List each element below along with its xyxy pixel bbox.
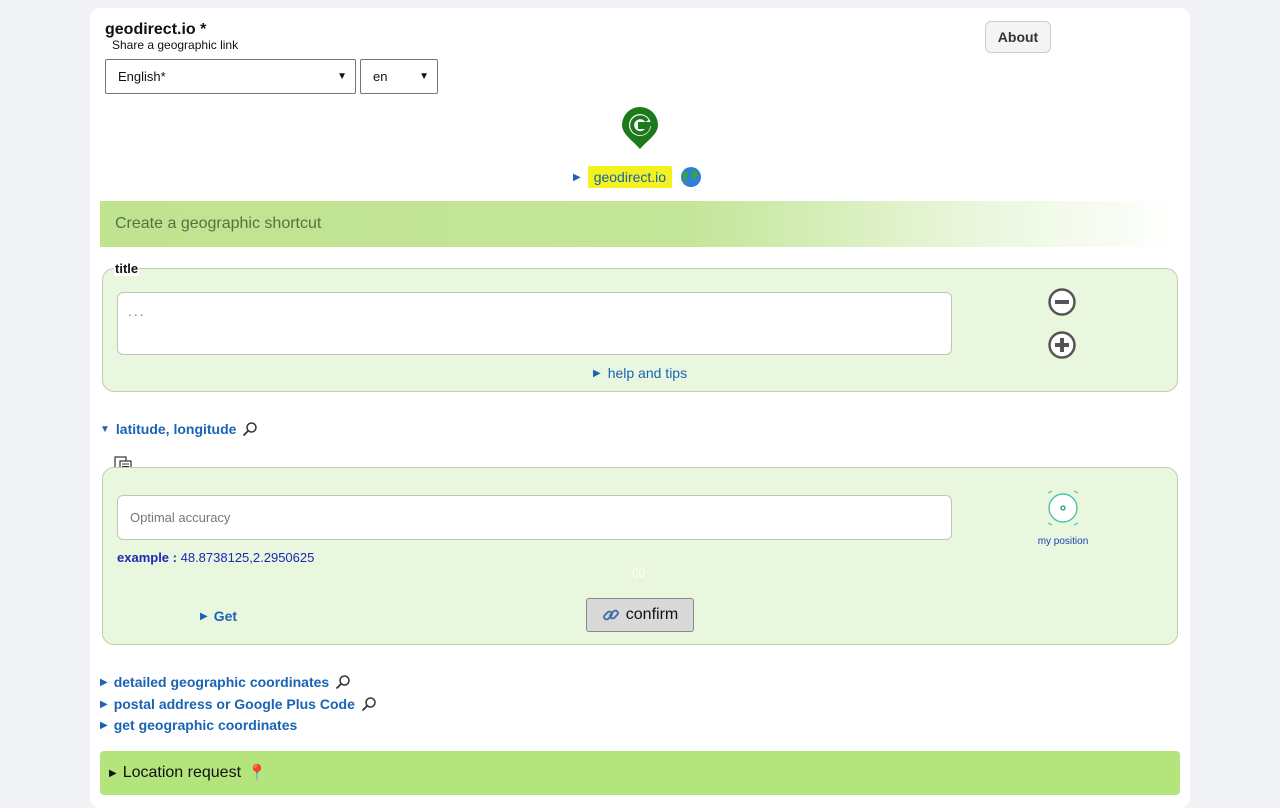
help-toggle[interactable]: ▶ help and tips: [593, 365, 687, 381]
triangle-right-icon: ▶: [593, 367, 601, 379]
postal-address-label: postal address or Google Plus Code: [113, 696, 355, 712]
pin-icon: 📍: [247, 765, 267, 782]
link-icon: [602, 609, 619, 621]
triangle-right-icon: ▶: [100, 676, 108, 688]
triangle-right-icon: ▶: [573, 171, 581, 183]
get-label: Get: [213, 608, 238, 624]
app-subtitle: Share a geographic link: [112, 38, 239, 52]
detailed-coordinates-label: detailed geographic coordinates: [113, 674, 330, 690]
location-request-label: Location request: [122, 764, 242, 781]
triangle-down-icon: ▼: [100, 423, 110, 435]
location-request-bar[interactable]: ▶ Location request 📍: [100, 751, 1180, 795]
search-icon[interactable]: [335, 674, 351, 690]
triangle-right-icon: ▶: [100, 698, 108, 710]
home-link[interactable]: geodirect.io: [587, 166, 673, 188]
triangle-right-icon: ▶: [109, 767, 117, 779]
globe-icon[interactable]: [680, 166, 702, 188]
triangle-right-icon: ▶: [100, 719, 108, 731]
my-position-button[interactable]: my position: [1032, 488, 1094, 547]
plus-circle-icon[interactable]: [1048, 331, 1076, 359]
get-coordinates-toggle[interactable]: ▶ get geographic coordinates: [100, 717, 297, 733]
latlon-toggle[interactable]: ▼ latitude, longitude: [100, 421, 258, 437]
language-select[interactable]: English* ▼: [105, 59, 356, 94]
example-value: 48.8738125,2.2950625: [180, 550, 315, 565]
search-icon[interactable]: [242, 421, 258, 437]
title-input[interactable]: ...: [117, 292, 952, 355]
latlon-label: latitude, longitude: [115, 421, 237, 437]
target-icon: [1047, 490, 1079, 526]
chevron-down-icon: ▼: [337, 71, 347, 82]
search-icon[interactable]: [361, 696, 377, 712]
title-legend: title: [114, 261, 140, 276]
get-coordinates-label: get geographic coordinates: [113, 717, 298, 733]
triangle-right-icon: ▶: [200, 610, 208, 622]
home-link-row: ▶ geodirect.io: [573, 164, 702, 190]
section-banner: Create a geographic shortcut: [100, 201, 1180, 247]
help-label: help and tips: [607, 365, 688, 381]
logo-icon: [622, 107, 658, 149]
language-select-value: English*: [118, 69, 166, 84]
about-button[interactable]: About: [985, 21, 1051, 53]
example-label: example :: [117, 550, 177, 565]
confirm-button[interactable]: confirm: [586, 598, 694, 632]
confirm-label: confirm: [625, 606, 679, 623]
get-toggle[interactable]: ▶ Get: [200, 608, 237, 624]
app-title: geodirect.io *: [105, 21, 207, 38]
chevron-down-icon: ▼: [419, 71, 429, 82]
detailed-coordinates-toggle[interactable]: ▶ detailed geographic coordinates: [100, 674, 351, 690]
language-code-value: en: [373, 69, 388, 84]
language-code-select[interactable]: en ▼: [360, 59, 438, 94]
my-position-label: my position: [1037, 536, 1089, 547]
example-text: example : 48.8738125,2.2950625: [117, 550, 314, 565]
coordinates-input[interactable]: Optimal accuracy: [117, 495, 952, 540]
minus-circle-icon[interactable]: [1048, 288, 1076, 316]
status-text: 00: [632, 566, 646, 580]
postal-address-toggle[interactable]: ▶ postal address or Google Plus Code: [100, 696, 377, 712]
